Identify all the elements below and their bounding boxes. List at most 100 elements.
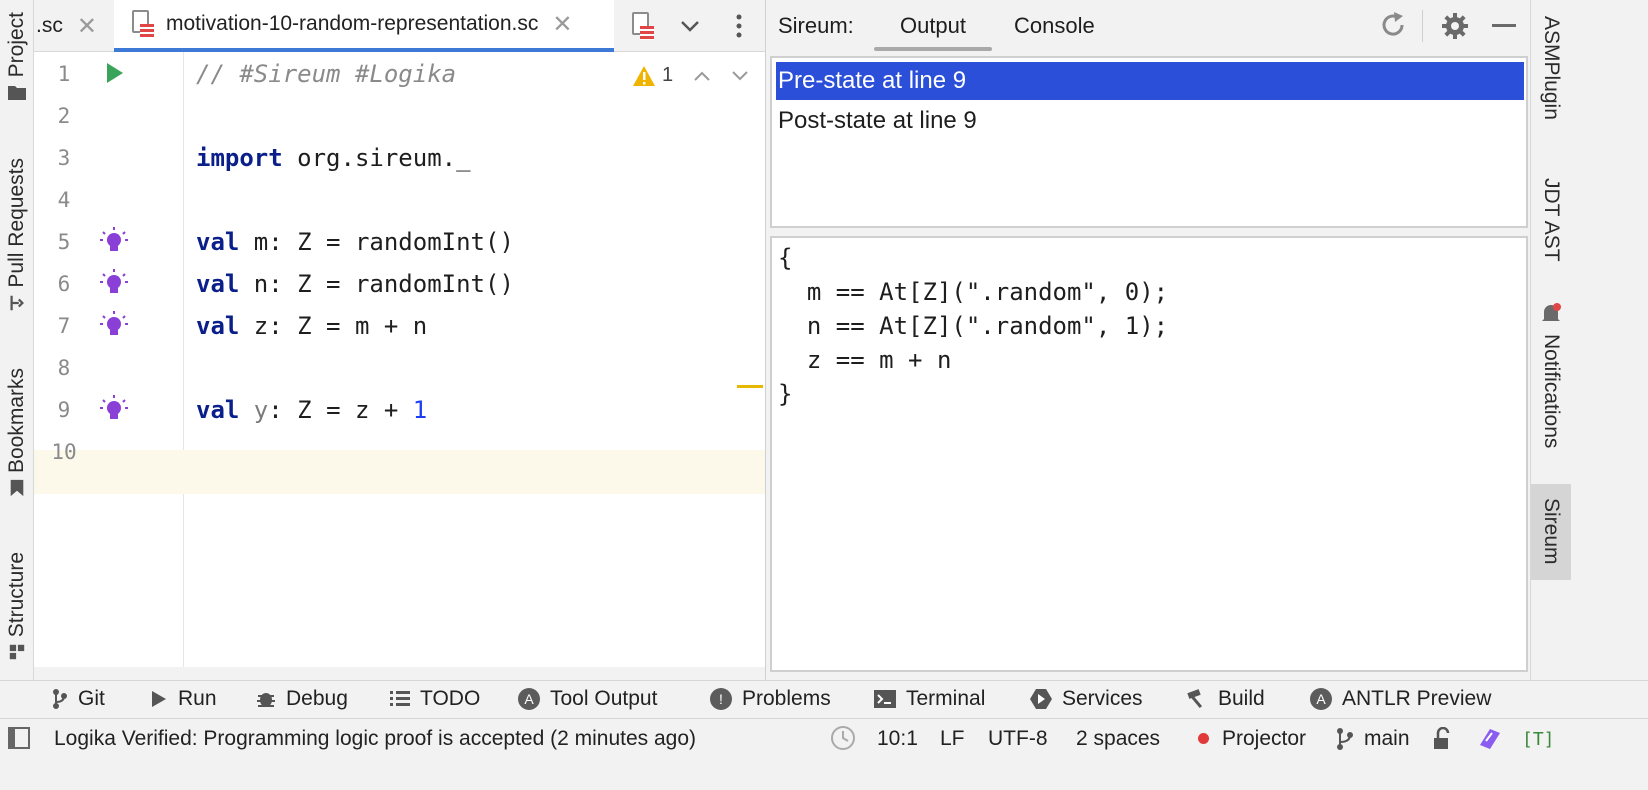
line-number: 9	[57, 398, 71, 422]
header-divider	[1422, 10, 1423, 42]
panel-toggle-icon[interactable]	[8, 727, 30, 749]
editor-tab-next[interactable]	[632, 0, 672, 52]
state-list-item-selected[interactable]: Pre-state at line 9	[776, 62, 1524, 100]
keyword: val	[196, 396, 240, 424]
clock-icon[interactable]	[830, 725, 856, 751]
build-tool-button[interactable]: Build	[1186, 681, 1265, 717]
jdt-ast-label: JDT AST	[1540, 178, 1563, 262]
debug-tool-button[interactable]: Debug	[256, 681, 348, 717]
code-text: : Z = z +	[268, 396, 413, 424]
bookmarks-tool-button[interactable]: Bookmarks	[0, 368, 34, 497]
warning-stripe-marker[interactable]	[737, 385, 763, 388]
build-label: Build	[1218, 687, 1265, 710]
antlr-icon: A	[518, 688, 540, 710]
line-number: 5	[57, 230, 71, 254]
asmplugin-tool-button[interactable]: ASMPlugin	[1531, 16, 1571, 120]
pull-requests-tool-button[interactable]: Pull Requests	[0, 158, 34, 312]
sireum-tool-button[interactable]: Sireum	[1531, 484, 1571, 580]
minimize-icon[interactable]	[1492, 24, 1516, 27]
code-line-1: // #Sireum #Logika	[196, 60, 457, 88]
bookmark-icon	[10, 479, 24, 497]
code-line-5: val m: Z = randomInt()	[196, 228, 514, 256]
run-tool-button[interactable]: Run	[150, 681, 217, 717]
chevron-up-icon[interactable]	[693, 70, 711, 82]
file-encoding[interactable]: UTF-8	[988, 719, 1048, 759]
pull-request-icon	[10, 295, 24, 310]
projector-widget[interactable]: Projector	[1222, 719, 1306, 759]
mode-badge[interactable]: [T]	[1522, 719, 1555, 759]
code-text: z: Z = m + n	[239, 312, 428, 340]
git-tool-button[interactable]: Git	[52, 681, 105, 717]
line-number: 7	[57, 314, 71, 338]
close-icon[interactable]: ✕	[552, 10, 572, 39]
close-icon[interactable]: ✕	[77, 12, 97, 41]
code-line-7: val z: Z = m + n	[196, 312, 427, 340]
jdt-ast-tool-button[interactable]: JDT AST	[1531, 178, 1571, 262]
status-message[interactable]: Logika Verified: Programming logic proof…	[54, 719, 696, 759]
state-line: {	[778, 244, 793, 272]
indent-setting[interactable]: 2 spaces	[1076, 719, 1160, 759]
warning-icon	[633, 65, 655, 86]
project-label: Project	[5, 12, 28, 78]
antlr-preview-tool-button[interactable]: A ANTLR Preview	[1310, 681, 1491, 717]
lightbulb-icon[interactable]	[99, 310, 129, 340]
notifications-tool-button[interactable]: Notifications	[1531, 302, 1571, 448]
line-number: 1	[57, 62, 71, 86]
terminal-label: Terminal	[906, 687, 986, 710]
line-number: 3	[57, 146, 71, 170]
unlock-icon[interactable]	[1432, 727, 1452, 751]
terminal-tool-button[interactable]: Terminal	[874, 681, 985, 717]
scala-file-icon	[632, 12, 654, 40]
terminal-icon	[874, 690, 896, 708]
run-label: Run	[178, 687, 217, 710]
line-number: 8	[57, 356, 71, 380]
warning-count: 1	[662, 64, 674, 86]
chevron-down-icon[interactable]	[731, 70, 749, 82]
more-tabs-button[interactable]	[724, 0, 754, 52]
run-icon[interactable]	[99, 58, 129, 88]
code-editor[interactable]: 1 2 3 4 5 6 7 8 9 10 // #Sireum #Logika …	[34, 52, 801, 667]
code-text: n: Z = randomInt()	[239, 270, 514, 298]
state-line: z == m + n	[778, 346, 952, 374]
asmplugin-label: ASMPlugin	[1540, 16, 1563, 120]
editor-tab-previous[interactable]: .sc ✕	[36, 0, 112, 52]
line-ending[interactable]: LF	[940, 719, 965, 759]
services-tool-button[interactable]: Services	[1030, 681, 1143, 717]
tab-list-button[interactable]	[674, 0, 706, 52]
tool-output-tool-button[interactable]: A Tool Output	[518, 681, 657, 717]
editor-tab-active[interactable]: motivation-10-random-representation.sc ✕	[114, 0, 614, 52]
lightbulb-icon[interactable]	[99, 394, 129, 424]
todo-label: TODO	[420, 687, 481, 710]
bell-icon	[1542, 303, 1561, 321]
line-number: 6	[57, 272, 71, 296]
tab-output[interactable]: Output	[874, 0, 992, 52]
gear-icon[interactable]	[1440, 11, 1470, 41]
structure-icon	[9, 645, 25, 660]
plugin-icon[interactable]	[1476, 725, 1504, 753]
caret-position[interactable]: 10:1	[877, 719, 918, 759]
antlr-preview-label: ANTLR Preview	[1342, 687, 1492, 710]
inspection-widget[interactable]: 1	[632, 64, 749, 87]
tab-console[interactable]: Console	[1014, 0, 1095, 52]
sireum-tool-window-header: Sireum: Output Console	[765, 0, 1530, 52]
tool-window-bar: Git Run Debug TODO A Tool Output ! Probl…	[0, 680, 1648, 716]
notifications-label: Notifications	[1540, 334, 1563, 449]
state-list-item[interactable]: Post-state at line 9	[776, 102, 1524, 140]
lightbulb-icon[interactable]	[99, 226, 129, 256]
lightbulb-icon[interactable]	[99, 268, 129, 298]
project-tool-button[interactable]: Project	[0, 12, 34, 101]
state-list[interactable]: Pre-state at line 9 Post-state at line 9	[770, 56, 1528, 228]
todo-tool-button[interactable]: TODO	[390, 681, 480, 717]
problems-icon: !	[710, 688, 732, 710]
structure-tool-button[interactable]: Structure	[0, 552, 34, 661]
refresh-icon[interactable]	[1378, 10, 1408, 40]
more-vertical-icon	[736, 14, 742, 38]
git-branch[interactable]: main	[1364, 719, 1410, 759]
git-branch-icon	[1337, 728, 1353, 750]
problems-tool-button[interactable]: ! Problems	[710, 681, 831, 717]
keyword: val	[196, 228, 240, 256]
tool-window-title: Sireum:	[778, 13, 854, 38]
services-label: Services	[1062, 687, 1143, 710]
code-line-9: val y: Z = z + 1	[196, 396, 427, 424]
state-detail-view[interactable]: { m == At[Z](".random", 0); n == At[Z]("…	[770, 236, 1528, 672]
